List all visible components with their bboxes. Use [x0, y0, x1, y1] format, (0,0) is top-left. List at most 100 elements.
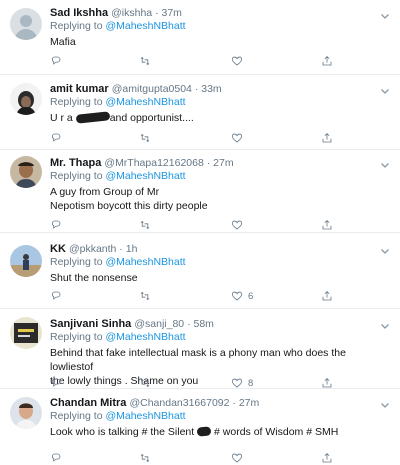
reply-action[interactable]: [50, 451, 62, 465]
display-name[interactable]: amit kumar: [50, 83, 109, 95]
mention-link[interactable]: @MaheshNBhatt: [105, 410, 185, 422]
timestamp[interactable]: 58m: [194, 318, 214, 330]
tweet-text-line: A guy from Group of Mr: [50, 186, 160, 198]
reply-action[interactable]: [50, 54, 62, 68]
chevron-down-icon[interactable]: [380, 400, 390, 410]
avatar[interactable]: [10, 156, 42, 188]
chevron-down-icon[interactable]: [380, 321, 390, 331]
avatar[interactable]: [10, 245, 42, 277]
tweet-header: Sad Ikshha @ikshha · 37m: [50, 6, 376, 20]
avatar[interactable]: [10, 83, 42, 115]
share-action[interactable]: [321, 131, 333, 145]
display-name[interactable]: Sanjivani Sinha: [50, 318, 131, 330]
chevron-down-icon[interactable]: [380, 86, 390, 96]
like-action[interactable]: 8: [231, 376, 253, 390]
timestamp[interactable]: 27m: [213, 157, 233, 169]
user-handle[interactable]: @Chandan31667092: [129, 397, 229, 409]
timestamp[interactable]: 27m: [239, 397, 259, 409]
user-handle[interactable]: @sanji_80: [134, 318, 184, 330]
like-action[interactable]: [231, 218, 248, 232]
chevron-down-icon[interactable]: [380, 160, 390, 170]
like-action[interactable]: [231, 451, 248, 465]
like-action[interactable]: [231, 131, 248, 145]
avatar[interactable]: [10, 8, 42, 40]
avatar[interactable]: [10, 317, 42, 349]
share-icon: [322, 291, 332, 301]
share-icon: [322, 56, 332, 66]
tweet[interactable]: KK @pkkanth · 1h Replying to @MaheshNBha…: [0, 233, 400, 309]
dot-separator: ·: [203, 157, 214, 169]
replying-prefix: Replying to: [50, 96, 103, 108]
tweet-header: KK @pkkanth · 1h: [50, 242, 376, 256]
dot-separator: ·: [152, 7, 162, 19]
retweet-action[interactable]: [139, 218, 151, 232]
tweet[interactable]: Sanjivani Sinha @sanji_80 · 58m Replying…: [0, 309, 400, 389]
replying-to: Replying to @MaheshNBhatt: [50, 256, 376, 269]
chevron-down-icon[interactable]: [380, 246, 390, 256]
retweet-action[interactable]: [139, 131, 151, 145]
mention-link[interactable]: @MaheshNBhatt: [105, 256, 185, 268]
redaction-mark: [75, 111, 111, 124]
reply-action[interactable]: [50, 131, 62, 145]
share-action[interactable]: [321, 54, 333, 68]
tweet-text-line: Behind that fake intellectual mask is a …: [50, 347, 346, 373]
reply-icon: [51, 291, 61, 300]
share-action[interactable]: [321, 289, 333, 303]
dot-separator: ·: [184, 318, 194, 330]
reply-action[interactable]: [50, 376, 62, 390]
like-action[interactable]: [231, 54, 248, 68]
retweet-action[interactable]: [139, 451, 151, 465]
retweet-icon: [140, 378, 150, 388]
tweet-text: Look who is talking # the Silent # words…: [50, 425, 376, 439]
user-handle[interactable]: @MrThapa12162068: [104, 157, 203, 169]
heart-icon: [231, 220, 243, 230]
display-name[interactable]: KK: [50, 243, 66, 255]
replying-prefix: Replying to: [50, 20, 103, 32]
mention-link[interactable]: @MaheshNBhatt: [105, 331, 185, 343]
heart-icon: [231, 378, 243, 388]
reply-action[interactable]: [50, 289, 62, 303]
retweet-action[interactable]: [139, 376, 151, 390]
reply-icon: [51, 133, 61, 142]
replying-prefix: Replying to: [50, 256, 103, 268]
mention-link[interactable]: @MaheshNBhatt: [105, 170, 185, 182]
share-action[interactable]: [321, 376, 333, 390]
timestamp[interactable]: 33m: [201, 83, 221, 95]
replying-prefix: Replying to: [50, 410, 103, 422]
tweet[interactable]: Chandan Mitra @Chandan31667092 · 27m Rep…: [0, 389, 400, 465]
timestamp[interactable]: 37m: [162, 7, 182, 19]
display-name[interactable]: Mr. Thapa: [50, 157, 101, 169]
share-action[interactable]: [321, 218, 333, 232]
tweet[interactable]: Mr. Thapa @MrThapa12162068 · 27m Replyin…: [0, 150, 400, 233]
reply-icon: [51, 56, 61, 65]
like-action[interactable]: 6: [231, 289, 253, 303]
display-name[interactable]: Chandan Mitra: [50, 397, 126, 409]
reply-icon: [51, 220, 61, 229]
redaction-mark: [196, 426, 212, 437]
replying-to: Replying to @MaheshNBhatt: [50, 20, 376, 33]
timestamp[interactable]: 1h: [126, 243, 138, 255]
tweet-text: Mafia: [50, 35, 376, 49]
user-handle[interactable]: @ikshha: [111, 7, 152, 19]
retweet-icon: [140, 56, 150, 66]
tweet-text: U r a and opportunist....: [50, 111, 376, 125]
share-icon: [322, 378, 332, 388]
user-handle[interactable]: @pkkanth: [69, 243, 116, 255]
tweet-header: Chandan Mitra @Chandan31667092 · 27m: [50, 396, 376, 410]
reply-action[interactable]: [50, 218, 62, 232]
replying-to: Replying to @MaheshNBhatt: [50, 331, 376, 344]
replying-prefix: Replying to: [50, 170, 103, 182]
avatar[interactable]: [10, 397, 42, 429]
dot-separator: ·: [116, 243, 126, 255]
display-name[interactable]: Sad Ikshha: [50, 7, 108, 19]
mention-link[interactable]: @MaheshNBhatt: [105, 96, 185, 108]
tweet[interactable]: Sad Ikshha @ikshha · 37m Replying to @Ma…: [0, 0, 400, 75]
retweet-action[interactable]: [139, 289, 151, 303]
retweet-action[interactable]: [139, 54, 151, 68]
chevron-down-icon[interactable]: [380, 11, 390, 21]
mention-link[interactable]: @MaheshNBhatt: [105, 20, 185, 32]
tweet[interactable]: amit kumar @amitgupta0504 · 33m Replying…: [0, 75, 400, 150]
replying-to: Replying to @MaheshNBhatt: [50, 410, 376, 423]
user-handle[interactable]: @amitgupta0504: [112, 83, 192, 95]
share-action[interactable]: [321, 451, 333, 465]
